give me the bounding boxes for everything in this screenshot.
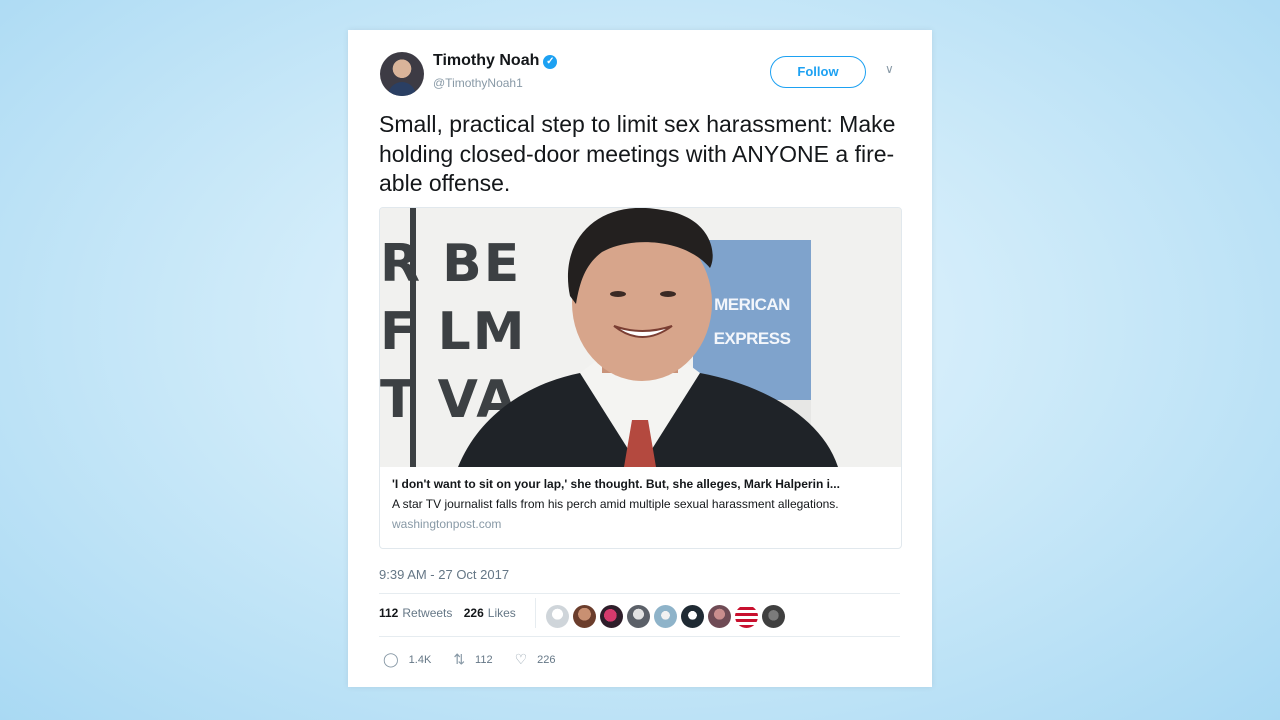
retweets-count: 112: [379, 606, 399, 620]
divider-top: [379, 593, 900, 594]
verified-badge-icon: ✓: [543, 55, 558, 69]
reply-button[interactable]: ◯ 1.4K: [383, 651, 431, 668]
retweet-icon: ⇅: [453, 651, 466, 667]
tweet-text: Small, practical step to limit sex haras…: [379, 111, 896, 196]
link-preview-card[interactable]: R BE F LM T VA MERICAN EXPRESS 'I don't …: [379, 207, 902, 549]
like-button[interactable]: ♡ 226: [515, 651, 556, 668]
liker-avatars: [546, 605, 785, 628]
author-avatar[interactable]: [380, 52, 424, 96]
link-card-title[interactable]: 'I don't want to sit on your lap,' she t…: [392, 477, 889, 491]
liker-avatar[interactable]: [708, 605, 731, 628]
stats-separator: [535, 598, 536, 628]
likes-stat[interactable]: 226 Likes: [464, 606, 516, 620]
reply-count: 1.4K: [408, 653, 432, 666]
liker-avatar[interactable]: [762, 605, 785, 628]
tweet-card: Timothy Noah ✓ @TimothyNoah1 Follow ∨ Sma…: [348, 30, 932, 687]
left-eye: [610, 291, 626, 297]
link-card-domain[interactable]: washingtonpost.com: [392, 517, 889, 531]
article-photo[interactable]: R BE F LM T VA MERICAN EXPRESS: [380, 208, 901, 467]
likes-label: Likes: [487, 606, 516, 620]
heart-icon: ♡: [514, 651, 528, 667]
liker-avatar[interactable]: [600, 605, 623, 628]
tweet-timestamp[interactable]: 9:39 AM - 27 Oct 2017: [379, 567, 509, 582]
divider-bottom: [379, 636, 900, 637]
person-figure: [458, 208, 838, 467]
liker-avatar[interactable]: [681, 605, 704, 628]
follow-button[interactable]: Follow: [770, 56, 866, 88]
link-card-description: A star TV journalist falls from his perc…: [392, 497, 839, 511]
author-handle[interactable]: @TimothyNoah1: [433, 76, 523, 90]
retweets-stat[interactable]: 112 Retweets: [379, 606, 452, 620]
like-count: 226: [537, 653, 556, 666]
liker-avatar[interactable]: [573, 605, 596, 628]
retweet-button[interactable]: ⇅ 112: [453, 651, 492, 668]
liker-avatar[interactable]: [654, 605, 677, 628]
author-name-row[interactable]: Timothy Noah ✓: [433, 52, 558, 70]
liker-avatar[interactable]: [735, 605, 758, 628]
right-eye: [660, 291, 676, 297]
likes-count: 226: [463, 606, 484, 620]
liker-avatar[interactable]: [546, 605, 569, 628]
reply-icon: ◯: [383, 651, 399, 667]
tweet-actions: ◯ 1.4K ⇅ 112 ♡ 226: [383, 651, 578, 668]
retweet-count: 112: [475, 653, 493, 666]
retweets-label: Retweets: [402, 606, 453, 620]
liker-avatar[interactable]: [627, 605, 650, 628]
tweet-stats: 112 Retweets 226 Likes: [379, 606, 516, 620]
link-card-meta: 'I don't want to sit on your lap,' she t…: [380, 467, 901, 531]
chevron-down-icon[interactable]: ∨: [885, 62, 894, 76]
author-name[interactable]: Timothy Noah: [433, 52, 539, 69]
